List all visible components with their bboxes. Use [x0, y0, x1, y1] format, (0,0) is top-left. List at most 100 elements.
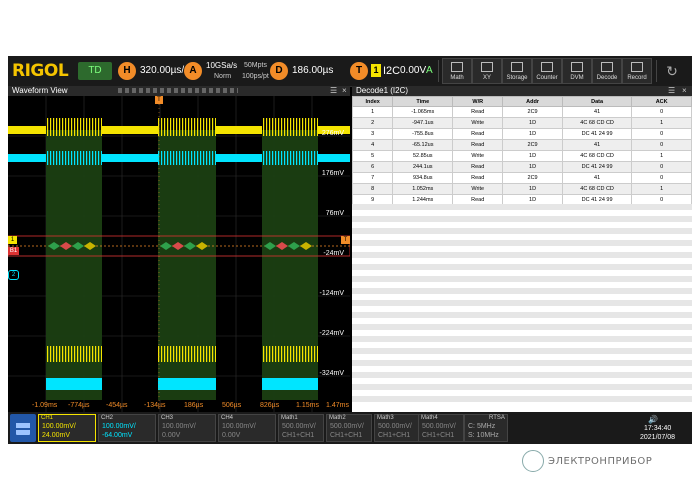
- table-cell: 934.8us: [392, 172, 454, 184]
- trigger-type: I2C: [383, 65, 401, 77]
- decode-panel: Decode1 (I2C) ☰ × Index Time W/R Addr Da…: [351, 86, 692, 412]
- table-row[interactable]: 7 934.8us Read 2C9 41 0: [351, 172, 692, 184]
- table-row[interactable]: 5 52.85us Write 1D 4C 68 CD CD 1: [351, 150, 692, 162]
- column-header[interactable]: Addr: [502, 96, 563, 107]
- channel-scale: 500.00mV/: [282, 423, 316, 430]
- empty-row: [352, 396, 692, 402]
- table-cell: 41: [561, 139, 633, 151]
- record-button[interactable]: Record: [622, 58, 652, 84]
- acquire-badge[interactable]: A: [184, 62, 202, 80]
- empty-row: [352, 324, 692, 330]
- clock-time[interactable]: 17:34:40: [644, 425, 671, 432]
- channel-box-ch2[interactable]: CH2 100.00mV/ -64.00mV: [98, 414, 156, 442]
- ch1-marker[interactable]: 1: [8, 236, 17, 244]
- dvm-button[interactable]: DVM: [562, 58, 592, 84]
- channel-box-math4[interactable]: Math4 500.00mV/CH1+CH1: [418, 414, 464, 442]
- channel-offset: 0.00V: [222, 432, 241, 439]
- xy-button[interactable]: XY: [472, 58, 502, 84]
- table-cell: -947.1us: [392, 117, 454, 129]
- empty-row: [352, 204, 692, 210]
- channel-box-math2[interactable]: Math2 500.00mV/CH1+CH1: [326, 414, 372, 442]
- column-header[interactable]: Index: [351, 96, 394, 107]
- column-header[interactable]: Time: [392, 96, 454, 107]
- table-cell: 4C 68 CD CD: [561, 117, 633, 129]
- trigger-source: 1: [371, 64, 381, 77]
- x-label: -454µs: [106, 402, 128, 409]
- channel-box-math1[interactable]: Math1 500.00mV/CH1+CH1: [278, 414, 324, 442]
- table-cell: 4: [351, 139, 394, 151]
- ch2-marker[interactable]: 2: [8, 270, 19, 280]
- channel-box-ch1[interactable]: CH1 100.00mV/24.00mV: [38, 414, 96, 442]
- usb-icon[interactable]: 🔊: [648, 415, 658, 424]
- empty-row: [352, 360, 692, 366]
- channel-scale: 100.00mV/: [102, 423, 136, 430]
- rtsa-span: S: 10MHz: [468, 432, 499, 439]
- table-row[interactable]: 3 -755.8us Read 1D DC 41 24 99 0: [351, 128, 692, 140]
- column-header[interactable]: W/R: [452, 96, 504, 107]
- table-cell: 0: [631, 161, 692, 173]
- table-cell: 1D: [502, 150, 563, 162]
- decode-button[interactable]: Decode: [592, 58, 622, 84]
- table-cell: DC 41 24 99: [561, 161, 633, 173]
- decode-panel-title: Decode1 (I2C): [356, 86, 409, 95]
- x-label: -1.09ms: [32, 402, 58, 409]
- decode-table-body: 1 -1.065ms Read 2C9 41 0 2 -947.1us Write 1D 4C 68…: [351, 106, 692, 206]
- math-button[interactable]: Math: [442, 58, 472, 84]
- table-cell: 0: [631, 128, 692, 140]
- table-cell: 4C 68 CD CD: [561, 183, 633, 195]
- trigger-badge[interactable]: T: [350, 62, 368, 80]
- channel-box-ch4[interactable]: CH4 100.00mV/0.00V: [218, 414, 276, 442]
- decode-icon: [601, 62, 613, 72]
- storage-button[interactable]: Storage: [502, 58, 532, 84]
- table-row[interactable]: 2 -947.1us Write 1D 4C 68 CD CD 1: [351, 117, 692, 129]
- column-header[interactable]: Data: [561, 96, 633, 107]
- trigger-level-marker[interactable]: T: [341, 236, 350, 244]
- brand-watermark: ЭЛЕКТРОНПРИБОР: [522, 450, 652, 472]
- channel-box-ch3[interactable]: CH3 100.00mV/0.00V: [158, 414, 216, 442]
- channel-scale: 100.00mV/: [162, 423, 196, 430]
- x-label: -134µs: [144, 402, 166, 409]
- delay-badge[interactable]: D: [270, 62, 288, 80]
- timebase-value[interactable]: 320.00µs/: [140, 62, 184, 80]
- table-row[interactable]: 1 -1.065ms Read 2C9 41 0: [351, 106, 692, 118]
- channel-scale: 100.00mV/: [42, 423, 76, 430]
- rtsa-label: RTSA: [489, 415, 505, 421]
- home-button[interactable]: [10, 414, 36, 442]
- rigol-logo: RIGOL: [12, 61, 69, 81]
- horizontal-badge[interactable]: H: [118, 62, 136, 80]
- counter-button[interactable]: Counter: [532, 58, 562, 84]
- table-cell: 6: [351, 161, 394, 173]
- clock-date: 2021/07/08: [640, 434, 676, 441]
- close-icon[interactable]: ×: [342, 86, 347, 96]
- waveform-grid[interactable]: 276mV 176mV 76mV -24mV -124mV -224mV -32…: [8, 96, 350, 412]
- mode-indicator[interactable]: TD: [78, 62, 112, 80]
- rtsa-box[interactable]: RTSA C: 5MHz S: 10MHz: [464, 414, 508, 442]
- table-row[interactable]: 6 244.1us Read 1D DC 41 24 99 0: [351, 161, 692, 173]
- acquire-mode: Norm: [214, 73, 232, 80]
- channel-box-math3[interactable]: Math3 500.00mV/CH1+CH1: [374, 414, 420, 442]
- table-row[interactable]: 4 -65.12us Read 2C9 41 0: [351, 139, 692, 151]
- table-cell: -65.12us: [392, 139, 454, 151]
- waveform-view-header: Waveform View ☰ ×: [8, 86, 350, 96]
- column-header[interactable]: ACK: [631, 96, 692, 107]
- bus-marker[interactable]: B1: [8, 247, 19, 255]
- channel-offset: CH1+CH1: [378, 432, 411, 439]
- menu-icon[interactable]: ☰: [668, 86, 675, 96]
- channel-scale: 500.00mV/: [378, 423, 412, 430]
- close-icon[interactable]: ×: [682, 86, 687, 96]
- table-cell: 1D: [502, 183, 563, 195]
- memory-overview-strip[interactable]: [118, 88, 238, 93]
- storage-icon: [511, 62, 523, 72]
- table-row[interactable]: 8 1.052ms Write 1D 4C 68 CD CD 1: [351, 183, 692, 195]
- channel-scale: 500.00mV/: [330, 423, 364, 430]
- table-cell: 1: [351, 106, 394, 118]
- xy-icon: [481, 62, 493, 72]
- expand-arrow-icon[interactable]: ↻: [662, 62, 682, 80]
- trigger-position-marker[interactable]: T: [155, 96, 163, 104]
- table-cell: Write: [452, 183, 504, 195]
- empty-row: [352, 336, 692, 342]
- math-icon: [451, 62, 463, 72]
- table-cell: 1: [631, 183, 692, 195]
- menu-icon[interactable]: ☰: [330, 86, 337, 96]
- delay-value[interactable]: 186.00µs: [292, 62, 333, 80]
